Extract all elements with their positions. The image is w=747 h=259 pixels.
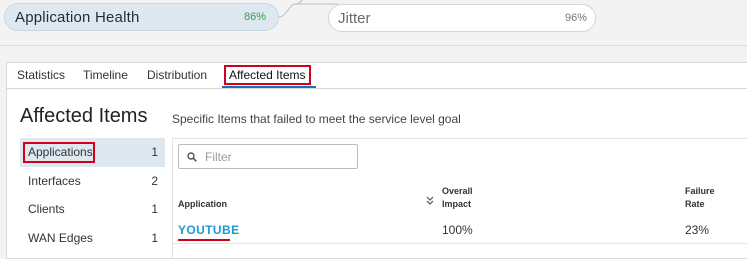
tab-statistics[interactable]: Statistics [17, 68, 65, 82]
metrics-strip: Application Health 86% Jitter 96% [0, 0, 747, 46]
category-applications[interactable]: Applications 1 [20, 138, 165, 167]
category-count: 1 [151, 145, 158, 160]
category-count: 1 [151, 230, 158, 245]
sort-icon[interactable] [426, 196, 434, 206]
filter-input[interactable]: Filter [178, 144, 358, 169]
category-label: WAN Edges [28, 230, 93, 245]
category-count: 2 [151, 173, 158, 188]
column-header-overall-impact[interactable]: Overall Impact [442, 185, 473, 211]
highlight-box [23, 142, 95, 163]
metric-value: 86% [243, 11, 266, 23]
metric-label: Jitter [338, 9, 371, 27]
affected-items-table: Filter Application Overall Impact Failur… [172, 138, 747, 259]
overall-impact-value: 100% [442, 223, 473, 237]
metric-value: 96% [564, 12, 587, 24]
column-header-failure-rate[interactable]: Failure Rate [685, 185, 715, 211]
metric-jitter[interactable]: Jitter 96% [328, 4, 596, 32]
failure-rate-value: 23% [685, 223, 710, 237]
category-wan-edges[interactable]: WAN Edges 1 [20, 224, 165, 253]
highlight-box [224, 65, 311, 85]
metric-label: Application Health [15, 8, 140, 26]
search-icon [187, 151, 197, 162]
category-count: 1 [151, 202, 158, 217]
category-label: Interfaces [28, 173, 81, 188]
application-link[interactable]: YOUTUBE [178, 223, 239, 237]
active-tab-indicator [222, 86, 316, 88]
category-list: Applications 1 Interfaces 2 Clients 1 WA… [20, 138, 165, 252]
category-label: Clients [28, 202, 65, 217]
metric-application-health[interactable]: Application Health 86% [4, 3, 279, 31]
section-description: Specific Items that failed to meet the s… [172, 112, 461, 126]
category-clients[interactable]: Clients 1 [20, 195, 165, 224]
details-panel: Statistics Timeline Distribution Affecte… [6, 62, 747, 259]
column-header-application[interactable]: Application [178, 198, 227, 211]
tab-timeline[interactable]: Timeline [83, 68, 128, 82]
filter-placeholder: Filter [205, 149, 232, 164]
highlight-underline [178, 239, 230, 241]
row-divider [173, 243, 747, 244]
category-interfaces[interactable]: Interfaces 2 [20, 167, 165, 196]
tab-distribution[interactable]: Distribution [147, 68, 207, 82]
tab-bar: Statistics Timeline Distribution Affecte… [7, 63, 747, 89]
section-title: Affected Items [20, 105, 148, 127]
